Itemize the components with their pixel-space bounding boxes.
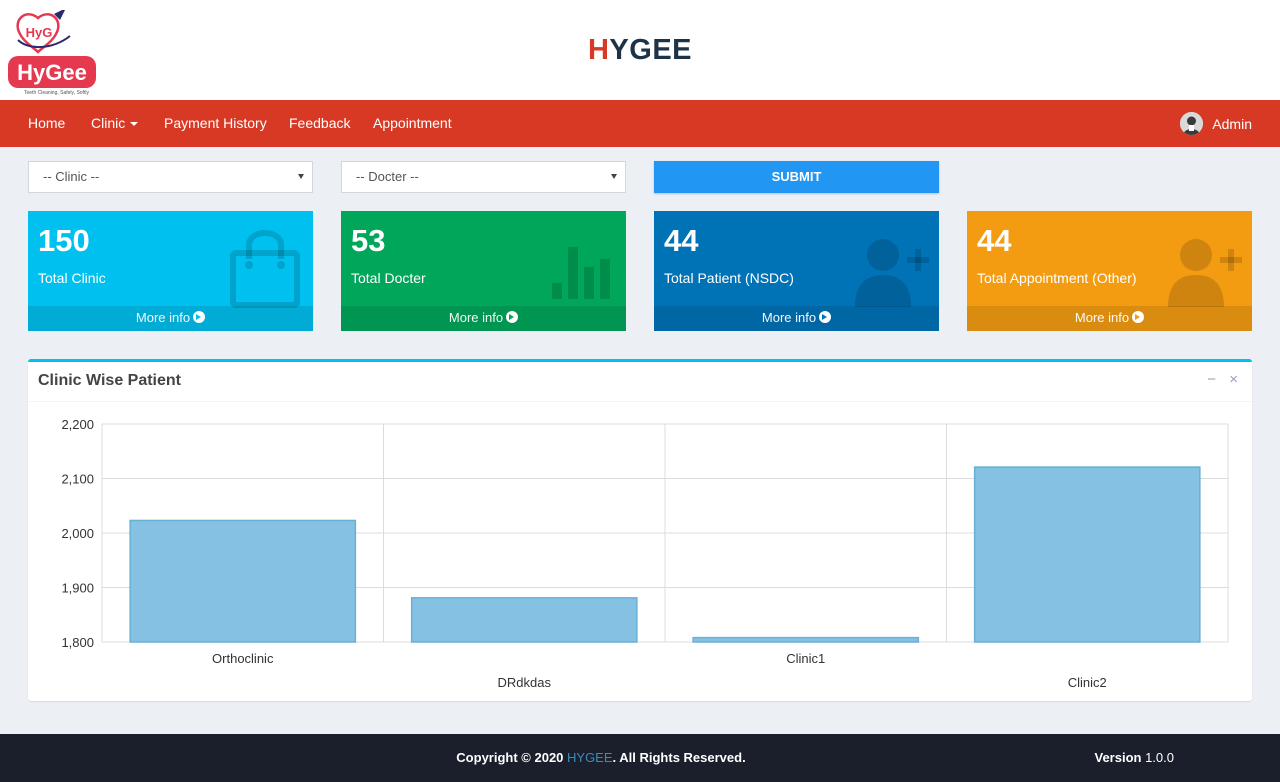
main-navbar: Home Clinic Payment History Feedback App… [0, 100, 1280, 147]
top-header: HyG HyGee Teeth Cleaning, Safely, Softly… [0, 0, 1280, 100]
stat-label: Total Patient (NSDC) [664, 270, 794, 286]
user-menu[interactable]: Admin [1180, 100, 1252, 147]
copyright-prefix: Copyright © 2020 [456, 750, 568, 765]
panel-header: Clinic Wise Patient − × [28, 362, 1252, 402]
x-tick-label: DRdkdas [498, 675, 552, 690]
user-name: Admin [1212, 115, 1252, 132]
stat-box-total-docter: 53 Total Docter More info [341, 211, 626, 331]
nav-payment-history[interactable]: Payment History [164, 100, 267, 147]
version-value: 1.0.0 [1145, 750, 1174, 765]
arrow-circle-right-icon [819, 311, 832, 323]
brand-title: HYGEE [0, 34, 1280, 67]
y-tick-label: 1,900 [61, 581, 94, 596]
stat-label: Total Docter [351, 270, 426, 286]
more-info-link[interactable]: More info [967, 306, 1252, 331]
bar-chart-icon [552, 247, 610, 299]
chevron-down-icon [298, 174, 304, 179]
version-info: Version 1.0.0 [1094, 750, 1174, 765]
close-icon[interactable]: × [1229, 371, 1238, 388]
panel-title: Clinic Wise Patient [38, 372, 181, 389]
chevron-down-icon [611, 174, 617, 179]
page-footer: Copyright © 2020 HYGEE. All Rights Reser… [0, 734, 1280, 782]
avatar [1180, 112, 1204, 135]
nav-clinic-dropdown[interactable]: Clinic [91, 100, 139, 147]
submit-button[interactable]: SUBMIT [654, 161, 939, 193]
arrow-circle-right-icon [193, 311, 206, 323]
arrow-circle-right-icon [1132, 311, 1145, 323]
stat-value: 53 [351, 223, 386, 258]
stat-box-total-appointment: 44 Total Appointment (Other) More info [967, 211, 1252, 331]
nav-clinic-label: Clinic [91, 115, 126, 131]
x-tick-label: Clinic2 [1068, 675, 1107, 690]
stat-value: 150 [38, 223, 90, 258]
more-info-link[interactable]: More info [28, 306, 313, 331]
stat-box-total-patient: 44 Total Patient (NSDC) More info [654, 211, 939, 331]
version-label: Version [1094, 750, 1142, 765]
nav-feedback[interactable]: Feedback [289, 100, 350, 147]
more-info-label: More info [1074, 310, 1130, 325]
more-info-link[interactable]: More info [341, 306, 626, 331]
arrow-circle-right-icon [506, 311, 519, 323]
more-info-label: More info [761, 310, 817, 325]
stat-label: Total Appointment (Other) [977, 270, 1137, 286]
copyright: Copyright © 2020 HYGEE. All Rights Reser… [0, 750, 1202, 765]
stat-box-total-clinic: 150 Total Clinic More info [28, 211, 313, 331]
svg-text:Teeth Cleaning, Safely, Softly: Teeth Cleaning, Safely, Softly [24, 90, 89, 96]
shopping-bag-icon [230, 230, 300, 308]
bar [692, 636, 920, 643]
more-info-label: More info [135, 310, 191, 325]
copyright-link[interactable]: HYGEE [567, 750, 613, 765]
y-tick-label: 2,200 [61, 417, 94, 432]
stat-label: Total Clinic [38, 270, 106, 286]
user-plus-icon [855, 239, 929, 307]
y-tick-label: 2,000 [61, 526, 94, 541]
more-info-label: More info [448, 310, 504, 325]
x-tick-label: Orthoclinic [212, 651, 274, 666]
stat-value: 44 [977, 223, 1012, 258]
copyright-suffix: . All Rights Reserved. [612, 750, 746, 765]
brand-rest: YGEE [609, 34, 693, 66]
stat-value: 44 [664, 223, 699, 258]
y-tick-label: 1,800 [61, 635, 94, 650]
more-info-link[interactable]: More info [654, 306, 939, 331]
doctor-select[interactable]: -- Docter -- [341, 161, 626, 193]
nav-appointment[interactable]: Appointment [373, 100, 452, 147]
collapse-icon[interactable]: − [1207, 371, 1216, 388]
bar [973, 466, 1201, 643]
brand-accent: H [587, 34, 610, 66]
doctor-select-value: -- Docter -- [356, 169, 419, 184]
clinic-select[interactable]: -- Clinic -- [28, 161, 313, 193]
clinic-wise-patient-chart: 1,800 1,900 2,000 2,100 2,200 Orthoclinic DRdk… [61, 417, 1229, 690]
x-tick-label: Clinic1 [786, 651, 825, 666]
caret-down-icon [130, 122, 139, 127]
user-plus-icon [1168, 239, 1242, 307]
y-tick-label: 2,100 [61, 472, 94, 487]
bar [410, 597, 638, 643]
bar [129, 519, 357, 643]
clinic-select-value: -- Clinic -- [43, 169, 100, 184]
nav-home[interactable]: Home [28, 100, 65, 147]
